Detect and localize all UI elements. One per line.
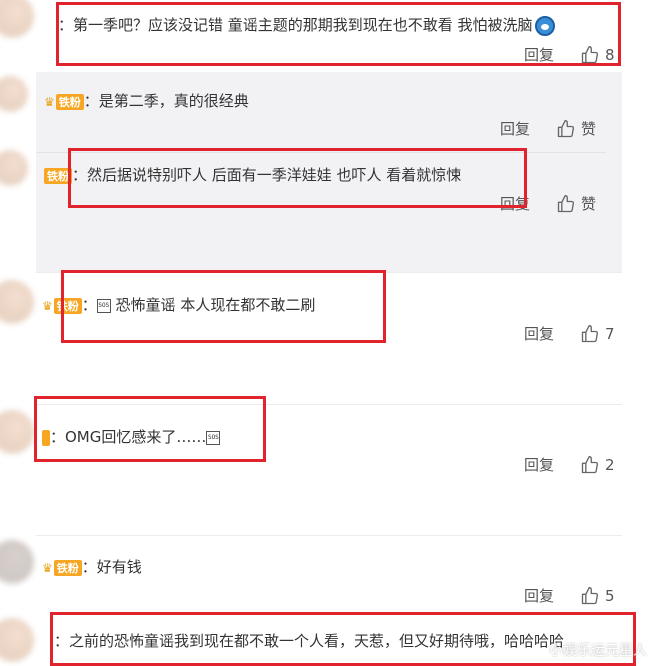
reply-text: ♛ 铁粉 ：是第二季，真的很经典: [44, 90, 249, 111]
avatar[interactable]: [0, 280, 34, 324]
like-button[interactable]: 赞: [556, 193, 596, 214]
thumbs-up-icon: [557, 194, 575, 212]
like-label: 赞: [581, 120, 597, 138]
highlight-box: [34, 396, 266, 462]
like-button[interactable]: 7: [580, 324, 615, 344]
avatar[interactable]: [0, 540, 34, 584]
avatar[interactable]: [0, 410, 34, 454]
thumbs-up-icon: [581, 455, 599, 473]
like-button[interactable]: 5: [580, 586, 615, 606]
thumbs-up-icon: [557, 119, 575, 137]
crown-icon: ♛: [42, 560, 53, 575]
highlight-box: [68, 148, 527, 208]
divider: [36, 535, 622, 536]
like-button[interactable]: 赞: [556, 118, 596, 139]
reply-button[interactable]: 回复: [524, 323, 554, 344]
comment-text: ♛ 铁粉 ：好有钱: [42, 556, 142, 577]
avatar[interactable]: [0, 150, 28, 186]
reply-button[interactable]: 回复: [524, 585, 554, 606]
reply-body: ：是第二季，真的很经典: [83, 92, 249, 110]
reply-button[interactable]: 回复: [500, 118, 530, 139]
reply-actions: 回复 赞: [500, 118, 596, 139]
like-count: 5: [605, 586, 615, 605]
reply-button[interactable]: 回复: [524, 454, 554, 475]
thumbs-up-icon: [581, 586, 599, 604]
comment-actions: 回复 5: [524, 585, 615, 606]
comment-body: ：好有钱: [81, 558, 142, 576]
comment-actions: 回复 7: [524, 323, 615, 344]
avatar[interactable]: [0, 0, 34, 38]
like-label: 赞: [581, 195, 597, 213]
crown-icon: ♛: [42, 298, 53, 313]
highlight-box: [61, 270, 386, 343]
fan-badge: 铁粉: [55, 93, 84, 110]
crown-icon: ♛: [44, 94, 55, 109]
avatar[interactable]: [0, 76, 28, 112]
fan-badge: 铁粉: [53, 559, 82, 576]
comment-actions: 回复 2: [524, 454, 615, 475]
avatar[interactable]: [0, 618, 34, 662]
like-count: 2: [605, 455, 615, 474]
watermark: 小娱乐运元星人: [549, 643, 647, 659]
like-count: 7: [605, 324, 615, 343]
like-button[interactable]: 2: [580, 455, 615, 475]
thumbs-up-icon: [581, 324, 599, 342]
highlight-box: [56, 2, 621, 66]
